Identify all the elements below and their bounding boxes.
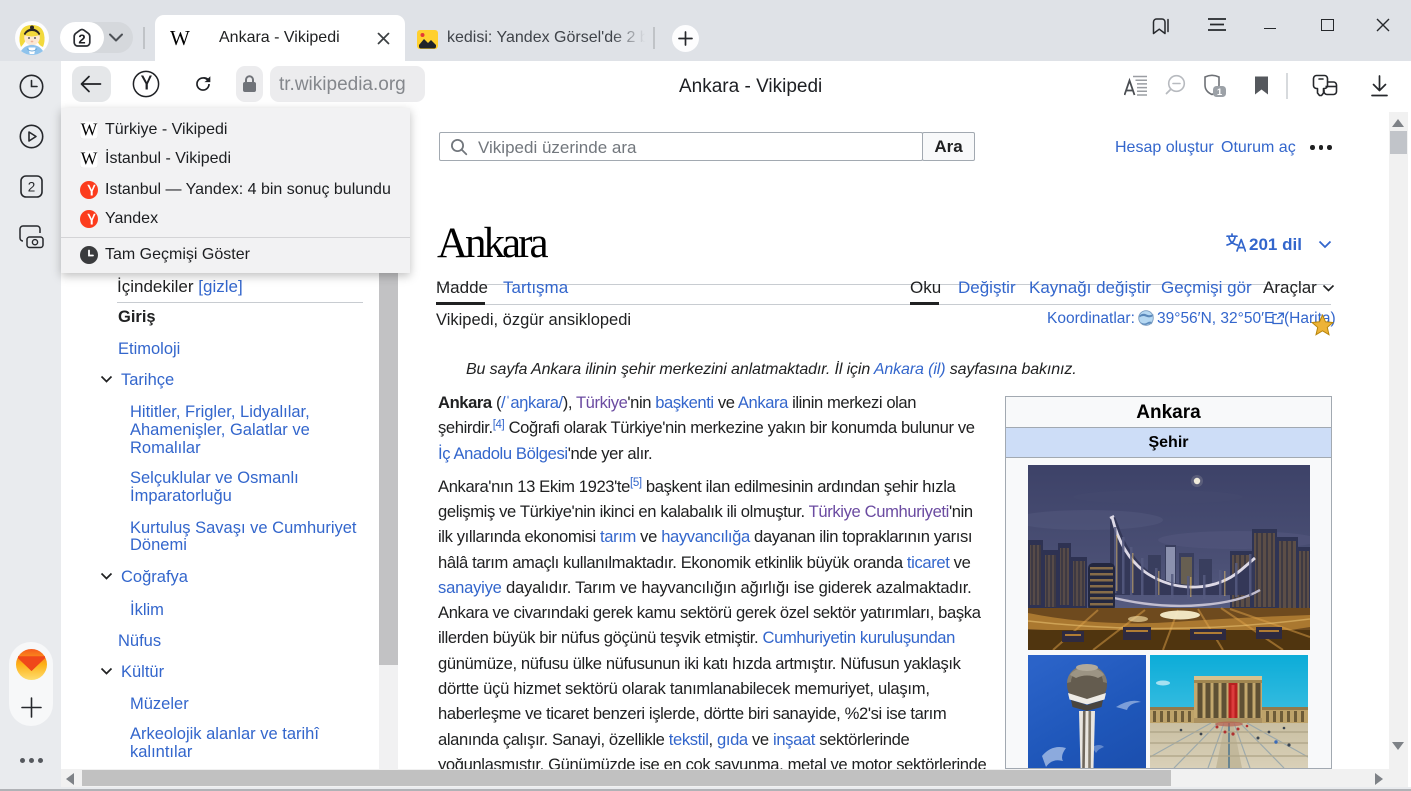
svg-text:2: 2: [28, 180, 36, 195]
svg-text:2: 2: [78, 32, 85, 47]
svg-text:1: 1: [1217, 87, 1223, 98]
svg-text:W: W: [81, 121, 98, 139]
svg-text:W: W: [81, 150, 98, 168]
